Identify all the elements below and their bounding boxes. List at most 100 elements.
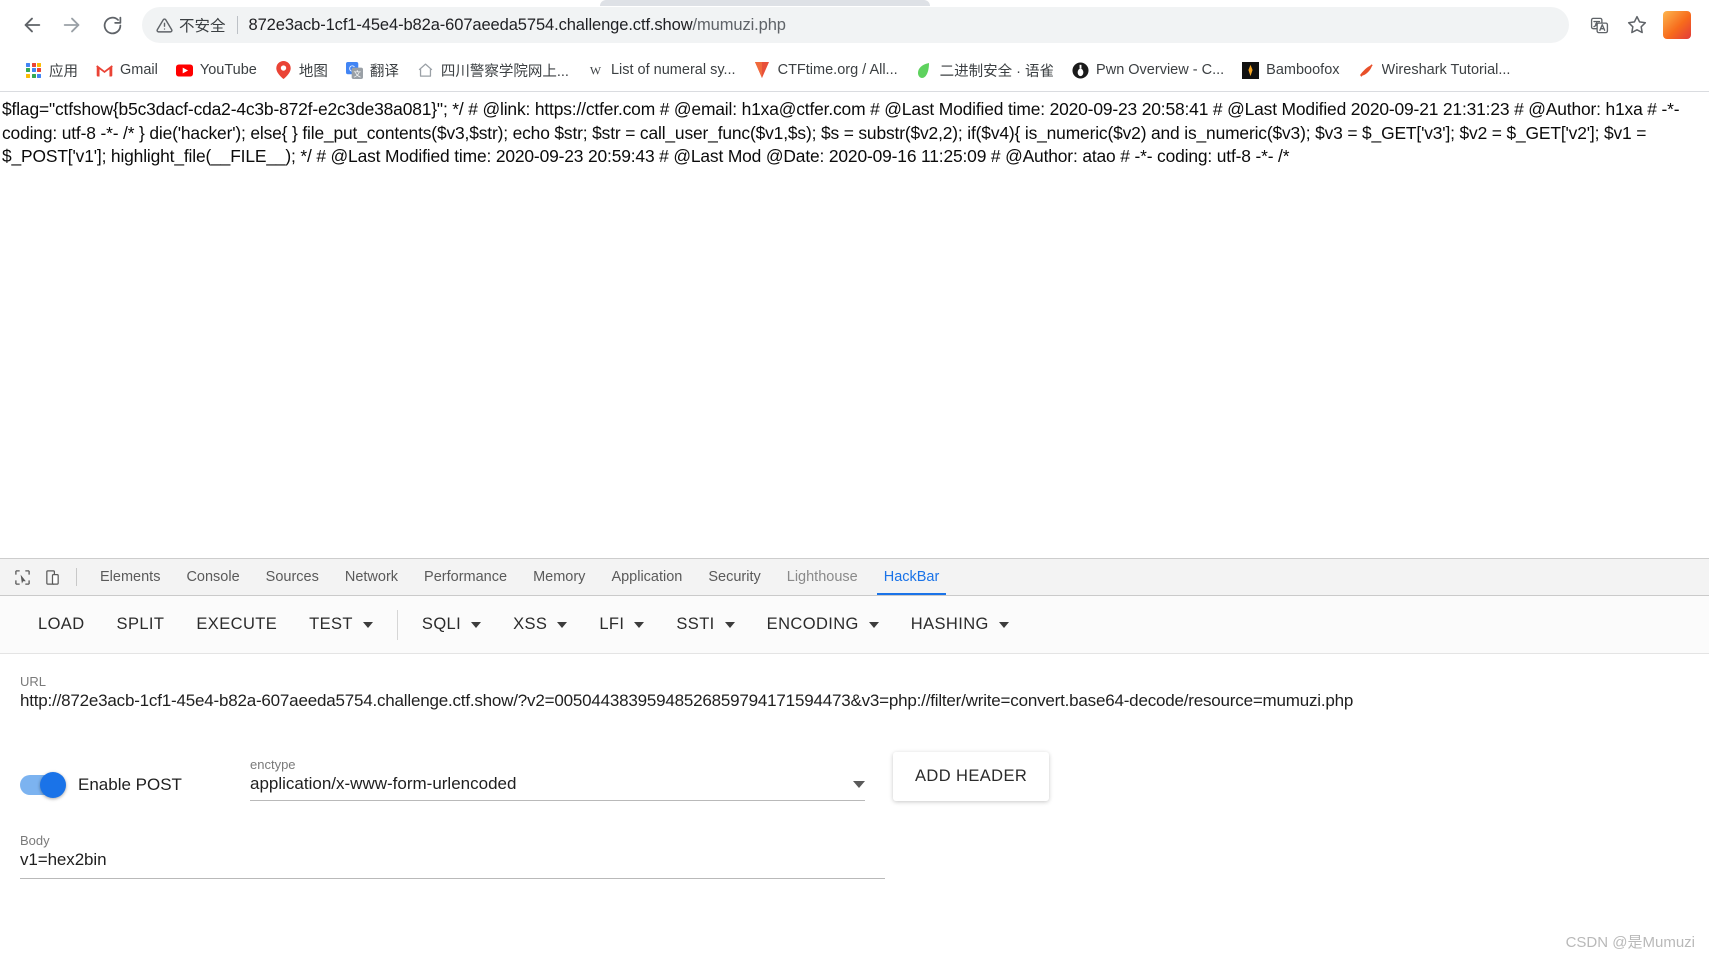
omnibox-divider: [237, 16, 238, 34]
gmail-icon: [96, 62, 113, 79]
chevron-down-icon: [853, 781, 865, 788]
inspect-element-button[interactable]: [8, 564, 36, 590]
active-tab-stub[interactable]: [600, 0, 930, 6]
hackbar-toolbar: LOAD SPLIT EXECUTE TEST SQLI XSS: [0, 596, 1709, 654]
bookmark-wireshark-tutorial[interactable]: Wireshark Tutorial...: [1349, 58, 1520, 83]
device-toolbar-icon: [44, 569, 61, 586]
address-bar[interactable]: 不安全 872e3acb-1cf1-45e4-b82a-607aeeda5754…: [142, 7, 1569, 43]
hackbar-xss-menu[interactable]: XSS: [497, 605, 583, 644]
bookmark-apps[interactable]: 应用: [16, 56, 87, 85]
ctftime-icon: [754, 62, 771, 79]
browser-window: 不安全 872e3acb-1cf1-45e4-b82a-607aeeda5754…: [0, 0, 1709, 960]
bookmark-youtube[interactable]: YouTube: [167, 58, 266, 83]
browser-chrome: 不安全 872e3acb-1cf1-45e4-b82a-607aeeda5754…: [0, 0, 1709, 92]
arrow-left-icon: [21, 14, 43, 36]
chevron-down-icon: [363, 622, 373, 628]
bookmark-label: CTFtime.org / All...: [778, 62, 898, 78]
bookmark-label: YouTube: [200, 62, 257, 78]
google-translate-icon: G 文: [346, 62, 363, 79]
tabbar-divider: [76, 568, 77, 586]
bookmark-ctftime[interactable]: CTFtime.org / All...: [745, 58, 907, 83]
devtools-tab-lighthouse[interactable]: Lighthouse: [774, 559, 871, 595]
add-header-button[interactable]: ADD HEADER: [893, 752, 1049, 801]
forward-button[interactable]: [54, 7, 90, 43]
bookmark-translate[interactable]: G 文 翻译: [337, 56, 408, 85]
hackbar-encoding-menu[interactable]: ENCODING: [751, 605, 895, 644]
devtools-tab-performance[interactable]: Performance: [411, 559, 520, 595]
pwn-icon: [1072, 62, 1089, 79]
inspect-cursor-icon: [14, 569, 31, 586]
profile-avatar[interactable]: [1663, 11, 1691, 39]
devtools-tab-security[interactable]: Security: [695, 559, 773, 595]
devtools-tab-memory[interactable]: Memory: [520, 559, 598, 595]
bookmark-star-button[interactable]: [1619, 7, 1655, 43]
devtools-tab-console[interactable]: Console: [173, 559, 252, 595]
bookmark-yuque[interactable]: 二进制安全 · 语雀: [907, 56, 1063, 85]
svg-text:文: 文: [353, 68, 361, 78]
hackbar-ssti-menu[interactable]: SSTI: [660, 605, 750, 644]
hackbar-load-button[interactable]: LOAD: [22, 605, 101, 644]
button-label: LOAD: [38, 615, 85, 634]
bookmark-label: Wireshark Tutorial...: [1382, 62, 1511, 78]
watermark: CSDN @是Mumuzi: [1566, 931, 1695, 952]
bookmark-label: Bamboofox: [1266, 62, 1339, 78]
body-input[interactable]: v1=hex2bin: [20, 850, 885, 879]
devtools-tabbar: Elements Console Sources Network Perform…: [0, 559, 1709, 596]
devtools-tab-hackbar[interactable]: HackBar: [871, 559, 953, 595]
hackbar-split-button[interactable]: SPLIT: [101, 605, 181, 644]
url-text: 872e3acb-1cf1-45e4-b82a-607aeeda5754.cha…: [249, 16, 786, 35]
devtools-tab-network[interactable]: Network: [332, 559, 411, 595]
button-label: EXECUTE: [196, 615, 277, 634]
back-button[interactable]: [14, 7, 50, 43]
button-label: LFI: [599, 615, 624, 634]
apps-grid-icon: [25, 62, 42, 79]
devtools-panel: Elements Console Sources Network Perform…: [0, 558, 1709, 960]
security-text: 不安全: [179, 14, 226, 36]
toggle-knob: [40, 772, 66, 798]
bookmark-bamboofox[interactable]: Bamboofox: [1233, 58, 1348, 83]
hackbar-lfi-menu[interactable]: LFI: [583, 605, 660, 644]
body-field-group: Body v1=hex2bin: [20, 833, 1689, 879]
bookmark-pwn-overview[interactable]: Pwn Overview - C...: [1063, 58, 1233, 83]
hackbar-hashing-menu[interactable]: HASHING: [895, 605, 1025, 644]
hackbar-test-menu[interactable]: TEST: [293, 605, 389, 644]
youtube-icon: [176, 62, 193, 79]
devtools-tab-sources[interactable]: Sources: [253, 559, 332, 595]
url-input[interactable]: http://872e3acb-1cf1-45e4-b82a-607aeeda5…: [20, 691, 1689, 716]
chevron-down-icon: [557, 622, 567, 628]
enctype-select[interactable]: application/x-www-form-urlencoded: [250, 774, 865, 801]
bookmark-list-of-numeral-systems[interactable]: W List of numeral sy...: [578, 58, 745, 83]
translate-button[interactable]: [1581, 7, 1617, 43]
arrow-right-icon: [61, 14, 83, 36]
bookmark-sichuan-police-college[interactable]: 四川警察学院网上...: [408, 56, 578, 85]
bookmarks-bar: 应用 Gmail YouTube: [0, 50, 1709, 90]
devtools-tab-application[interactable]: Application: [598, 559, 695, 595]
enable-post-toggle-group[interactable]: Enable POST: [20, 775, 250, 801]
bookmark-maps[interactable]: 地图: [266, 56, 337, 85]
reload-button[interactable]: [94, 7, 130, 43]
star-icon: [1627, 15, 1647, 35]
bookmark-label: List of numeral sy...: [611, 62, 736, 78]
enable-post-toggle[interactable]: [20, 775, 64, 795]
bookmark-label: 四川警察学院网上...: [441, 60, 569, 81]
reload-icon: [102, 15, 123, 36]
url-field-label: URL: [20, 674, 1689, 689]
enctype-label: enctype: [250, 757, 865, 772]
security-indicator[interactable]: 不安全: [156, 14, 226, 36]
devtools-tab-elements[interactable]: Elements: [87, 559, 173, 595]
button-label: TEST: [309, 615, 353, 634]
hackbar-sqli-menu[interactable]: SQLI: [406, 605, 497, 644]
chevron-down-icon: [869, 622, 879, 628]
post-options-row: Enable POST enctype application/x-www-fo…: [20, 752, 1689, 801]
hackbar-execute-button[interactable]: EXECUTE: [180, 605, 293, 644]
bookmark-label: 应用: [49, 60, 78, 81]
button-label: SPLIT: [117, 615, 165, 634]
warning-triangle-icon: [156, 17, 173, 34]
device-toolbar-button[interactable]: [38, 564, 66, 590]
bookmark-gmail[interactable]: Gmail: [87, 58, 167, 83]
chevron-down-icon: [634, 622, 644, 628]
url-host: 872e3acb-1cf1-45e4-b82a-607aeeda5754.cha…: [249, 16, 693, 34]
bookmark-label: Gmail: [120, 62, 158, 78]
wikipedia-w-icon: W: [587, 62, 604, 79]
button-label: SSTI: [676, 615, 714, 634]
